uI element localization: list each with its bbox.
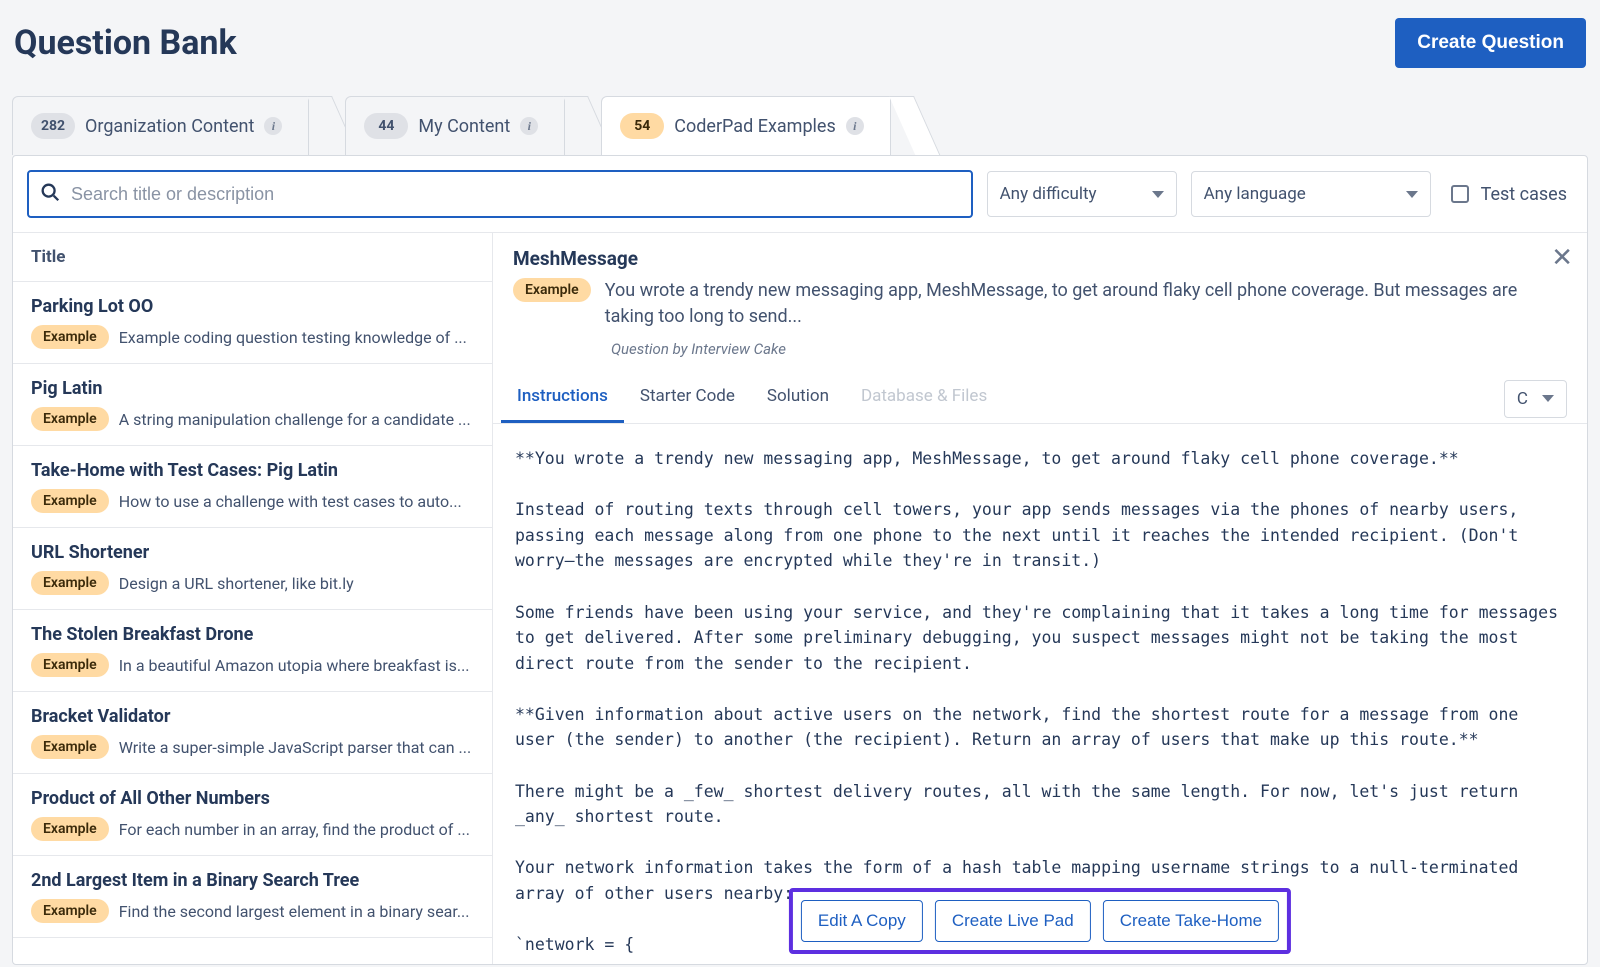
question-item-desc: Find the second largest element in a bin… <box>119 902 474 921</box>
tab-my-content[interactable]: 44 My Content i <box>345 96 565 155</box>
detail-action-bar: Edit A Copy Create Live Pad Create Take-… <box>789 888 1291 954</box>
question-list-item[interactable]: The Stolen Breakfast Drone Example In a be… <box>13 610 492 692</box>
question-item-title: Bracket Validator <box>31 706 474 727</box>
detail-tab-instructions[interactable]: Instructions <box>501 374 624 423</box>
question-item-desc: In a beautiful Amazon utopia where break… <box>119 656 474 675</box>
question-item-title: Product of All Other Numbers <box>31 788 474 809</box>
chevron-down-icon <box>1152 191 1164 198</box>
detail-byline: Question by Interview Cake <box>611 340 1527 358</box>
question-item-title: Take-Home with Test Cases: Pig Latin <box>31 460 474 481</box>
tab-label: Organization Content <box>85 116 254 137</box>
question-item-desc: How to use a challenge with test cases t… <box>119 492 474 511</box>
tab-organization-content[interactable]: 282 Organization Content i <box>12 96 309 155</box>
detail-tab-solution[interactable]: Solution <box>751 374 845 423</box>
example-chip: Example <box>31 571 109 595</box>
question-list-item[interactable]: Bracket Validator Example Write a super-si… <box>13 692 492 774</box>
detail-summary: You wrote a trendy new messaging app, Me… <box>605 278 1527 330</box>
question-item-desc: A string manipulation challenge for a ca… <box>119 410 474 429</box>
tab-coderpad-examples[interactable]: 54 CoderPad Examples i <box>601 96 891 155</box>
question-item-title: URL Shortener <box>31 542 474 563</box>
question-item-title: The Stolen Breakfast Drone <box>31 624 474 645</box>
example-chip: Example <box>31 325 109 349</box>
question-list[interactable]: Parking Lot OO Example Example coding ques… <box>13 282 492 964</box>
question-list-item[interactable]: Parking Lot OO Example Example coding ques… <box>13 282 492 364</box>
difficulty-select-label: Any difficulty <box>1000 184 1097 204</box>
detail-language-select[interactable]: C <box>1504 380 1567 418</box>
detail-tab-starter-code[interactable]: Starter Code <box>624 374 751 423</box>
question-detail-column: ✕ MeshMessage Example You wrote a trendy… <box>493 233 1587 964</box>
search-input[interactable] <box>71 184 961 205</box>
checkbox-icon <box>1451 185 1469 203</box>
question-list-item[interactable]: Product of All Other Numbers Example For e… <box>13 774 492 856</box>
list-column-header: Title <box>13 233 492 282</box>
tab-count-badge: 44 <box>364 113 408 139</box>
question-list-item[interactable]: Take-Home with Test Cases: Pig Latin Exam… <box>13 446 492 528</box>
page-title: Question Bank <box>14 23 237 63</box>
example-chip: Example <box>31 489 109 513</box>
question-item-desc: For each number in an array, find the pr… <box>119 820 474 839</box>
detail-tabs-row: InstructionsStarter CodeSolutionDatabase… <box>493 368 1587 424</box>
edit-copy-button[interactable]: Edit A Copy <box>801 900 923 942</box>
question-panel: Any difficulty Any language Test cases T… <box>12 155 1588 965</box>
chevron-down-icon <box>1406 191 1418 198</box>
example-chip: Example <box>31 653 109 677</box>
question-list-item[interactable]: Pig Latin Example A string manipulation ch… <box>13 364 492 446</box>
question-item-title: 2nd Largest Item in a Binary Search Tree <box>31 870 474 891</box>
question-item-title: Parking Lot OO <box>31 296 474 317</box>
question-list-item[interactable]: 2nd Largest Item in a Binary Search Tree… <box>13 856 492 938</box>
language-select-label: Any language <box>1204 184 1306 204</box>
test-cases-label: Test cases <box>1481 184 1567 205</box>
detail-body[interactable]: **You wrote a trendy new messaging app, … <box>493 424 1587 964</box>
info-icon[interactable]: i <box>264 117 282 135</box>
detail-title: MeshMessage <box>513 247 1527 270</box>
question-list-item[interactable]: URL Shortener Example Design a URL shorten… <box>13 528 492 610</box>
tab-label: CoderPad Examples <box>674 116 836 137</box>
question-item-desc: Example coding question testing knowledg… <box>119 328 474 347</box>
chevron-down-icon <box>1542 395 1554 402</box>
detail-tab-database-files: Database & Files <box>845 374 1003 423</box>
test-cases-toggle[interactable]: Test cases <box>1445 184 1573 205</box>
detail-language-label: C <box>1517 389 1528 409</box>
close-icon[interactable]: ✕ <box>1551 243 1573 273</box>
create-live-pad-button[interactable]: Create Live Pad <box>935 900 1091 942</box>
detail-tabs: InstructionsStarter CodeSolutionDatabase… <box>501 374 1003 423</box>
question-list-column: Title Parking Lot OO Example Example codin… <box>13 233 493 964</box>
question-item-desc: Write a super-simple JavaScript parser t… <box>119 738 474 757</box>
tab-count-badge: 54 <box>620 113 664 139</box>
language-select[interactable]: Any language <box>1191 171 1431 217</box>
difficulty-select[interactable]: Any difficulty <box>987 171 1177 217</box>
question-item-title: Pig Latin <box>31 378 474 399</box>
filter-row: Any difficulty Any language Test cases <box>13 156 1587 233</box>
example-chip: Example <box>31 817 109 841</box>
search-icon <box>39 181 61 207</box>
create-take-home-button[interactable]: Create Take-Home <box>1103 900 1279 942</box>
info-icon[interactable]: i <box>846 117 864 135</box>
question-item-desc: Design a URL shortener, like bit.ly <box>119 574 474 593</box>
example-chip: Example <box>31 735 109 759</box>
tab-label: My Content <box>418 116 510 137</box>
detail-header: ✕ MeshMessage Example You wrote a trendy… <box>493 233 1587 368</box>
example-chip: Example <box>31 899 109 923</box>
example-chip: Example <box>31 407 109 431</box>
tab-count-badge: 282 <box>31 113 75 139</box>
content-tabs: 282 Organization Content i 44 My Content… <box>0 96 1600 155</box>
example-chip: Example <box>513 278 591 302</box>
search-input-wrap[interactable] <box>27 170 973 218</box>
info-icon[interactable]: i <box>520 117 538 135</box>
create-question-button[interactable]: Create Question <box>1395 18 1586 68</box>
